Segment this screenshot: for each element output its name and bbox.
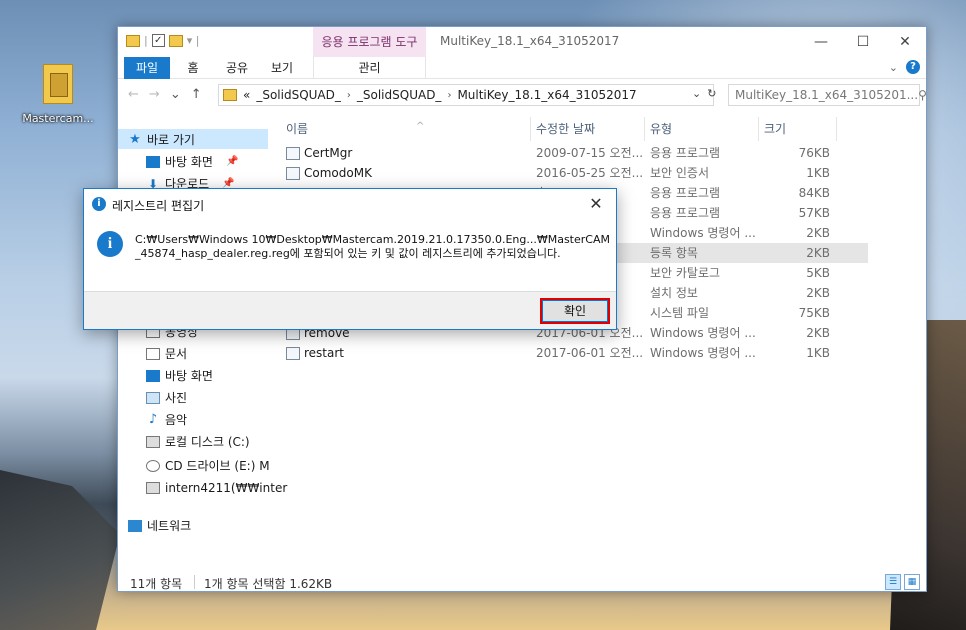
network-drive-icon (146, 482, 160, 494)
dialog-close-button[interactable]: ✕ (584, 193, 608, 215)
breadcrumb-item[interactable]: _SolidSQUAD_ (357, 88, 442, 102)
minimize-button[interactable]: — (800, 27, 842, 57)
chevron-right-icon: › (346, 89, 351, 101)
dialog-title: 레지스트리 편집기 (112, 199, 205, 213)
dialog-body: i C:₩Users₩Windows 10₩Desktop₩Mastercam.… (84, 219, 616, 291)
selection-info: 1개 항목 선택함 1.62KB (204, 577, 333, 591)
tab-view[interactable]: 보기 (264, 57, 300, 79)
search-input[interactable]: MultiKey_18.1_x64_3105201... ⚲ (728, 84, 927, 106)
forward-arrow-icon[interactable]: → (149, 87, 160, 102)
nav-documents[interactable]: 문서 (146, 345, 187, 362)
nav-desktop[interactable]: 바탕 화면 (146, 367, 213, 384)
sort-ascending-icon: ^ (416, 121, 425, 132)
information-icon: i (97, 231, 123, 257)
info-icon: i (92, 197, 106, 211)
nav-network-drive[interactable]: intern4211(₩₩inter (146, 481, 287, 495)
table-row[interactable]: CertMgr 2009-07-15 오전... 응용 프로그램 76KB (268, 143, 868, 163)
certificate-icon (286, 166, 300, 180)
up-arrow-icon[interactable]: ↑ (191, 87, 202, 102)
breadcrumb-item[interactable]: _SolidSQUAD_ (256, 88, 341, 102)
nav-pictures[interactable]: 사진 (146, 389, 187, 406)
network-icon (128, 519, 142, 532)
folder-icon (126, 34, 140, 47)
folder-icon (223, 89, 237, 101)
recent-locations-icon[interactable]: ⌄ (170, 87, 181, 102)
column-header-date[interactable]: 수정한 날짜 (536, 117, 646, 141)
search-icon: ⚲ (918, 88, 927, 102)
column-header-type[interactable]: 유형 (650, 117, 756, 141)
new-folder-icon[interactable] (168, 34, 183, 47)
back-arrow-icon[interactable]: ← (128, 87, 139, 102)
dialog-footer: 확인 (84, 291, 616, 329)
close-button[interactable]: ✕ (884, 27, 926, 57)
star-icon: ★ (129, 131, 141, 147)
window-title: MultiKey_18.1_x64_31052017 (440, 34, 620, 48)
properties-icon[interactable]: ✓ (151, 34, 165, 47)
breadcrumb-overflow[interactable]: « (243, 88, 250, 102)
desktop-icon (146, 369, 160, 382)
file-list: 이름 ^ 수정한 날짜 유형 크기 CertMgr 2009-07-15 오전.… (268, 113, 926, 561)
chevron-right-icon: › (447, 89, 452, 101)
column-header-size[interactable]: 크기 (764, 117, 836, 141)
hard-drive-icon (146, 435, 160, 448)
document-icon (146, 347, 160, 360)
dialog-message: C:₩Users₩Windows 10₩Desktop₩Mastercam.20… (135, 233, 610, 260)
tab-home[interactable]: 홈 (176, 57, 210, 79)
dialog-title-bar: i 레지스트리 편집기 ✕ (84, 189, 616, 219)
ribbon-tabs: 파일 홈 공유 보기 관리 ⌄ ? (118, 57, 926, 79)
table-row[interactable]: ComodoMK 2016-05-25 오전... 보안 인증서 1KB (268, 163, 868, 183)
application-icon (286, 146, 300, 160)
nav-music[interactable]: ♪ 음악 (146, 411, 187, 428)
item-count: 11개 항목 (130, 577, 183, 591)
customize-qat-icon[interactable]: ▾ | (187, 34, 200, 47)
tab-file[interactable]: 파일 (124, 57, 170, 79)
desktop-icon-mastercam[interactable]: Mastercam... (18, 64, 98, 125)
music-note-icon: ♪ (148, 412, 158, 427)
cd-drive-icon (146, 459, 160, 472)
search-placeholder: MultiKey_18.1_x64_3105201... (735, 88, 919, 102)
navigation-pane: ★ 바로 가기 바탕 화면 📌 ⬇ 다운로드 📌 동영상 문서 바탕 화면 사진 (118, 113, 287, 561)
wallpaper-cliff-left (0, 470, 120, 630)
refresh-icon[interactable]: ↻ (707, 87, 716, 100)
breadcrumb-item[interactable]: MultiKey_18.1_x64_31052017 (457, 88, 636, 102)
pin-icon: 📌 (225, 156, 239, 167)
batch-file-icon (286, 346, 300, 360)
nav-desktop-pinned[interactable]: 바탕 화면 📌 (146, 153, 238, 170)
expand-ribbon-icon[interactable]: ⌄ (889, 61, 898, 74)
nav-cd-drive[interactable]: CD 드라이브 (E:) M (146, 457, 270, 474)
desktop-icon-label: Mastercam... (22, 112, 94, 125)
table-row[interactable]: restart 2017-06-01 오전... Windows 명령어 ...… (268, 343, 868, 363)
column-header-name[interactable]: 이름 ^ (286, 117, 526, 141)
maximize-button[interactable]: ☐ (842, 27, 884, 57)
zip-folder-icon (43, 64, 73, 104)
picture-icon (146, 391, 160, 404)
title-bar: | ✓ ▾ | 응용 프로그램 도구 MultiKey_18.1_x64_310… (118, 27, 926, 57)
status-bar: 11개 항목 1개 항목 선택함 1.62KB ☰ ▦ (118, 571, 926, 593)
ok-button[interactable]: 확인 (540, 298, 610, 324)
nav-local-disk[interactable]: 로컬 디스크 (C:) (146, 433, 250, 450)
quick-access-toolbar: | ✓ ▾ | (126, 34, 199, 47)
registry-editor-dialog: i 레지스트리 편집기 ✕ i C:₩Users₩Windows 10₩Desk… (83, 188, 617, 330)
large-icons-view-icon[interactable]: ▦ (904, 574, 920, 590)
tab-share[interactable]: 공유 (220, 57, 254, 79)
address-bar[interactable]: « _SolidSQUAD_ › _SolidSQUAD_ › MultiKey… (218, 84, 714, 106)
app-tools-context-tab: 응용 프로그램 도구 (313, 27, 426, 57)
address-row: ← → ⌄ ↑ « _SolidSQUAD_ › _SolidSQUAD_ › … (118, 80, 927, 110)
details-view-icon[interactable]: ☰ (885, 574, 901, 590)
desktop-icon (146, 155, 160, 168)
tab-manage[interactable]: 관리 (313, 57, 426, 79)
address-dropdown-icon[interactable]: ⌄ (692, 87, 701, 100)
help-icon[interactable]: ? (906, 60, 920, 74)
nav-network[interactable]: 네트워크 (128, 517, 191, 534)
nav-quick-access[interactable]: ★ 바로 가기 (118, 129, 268, 149)
